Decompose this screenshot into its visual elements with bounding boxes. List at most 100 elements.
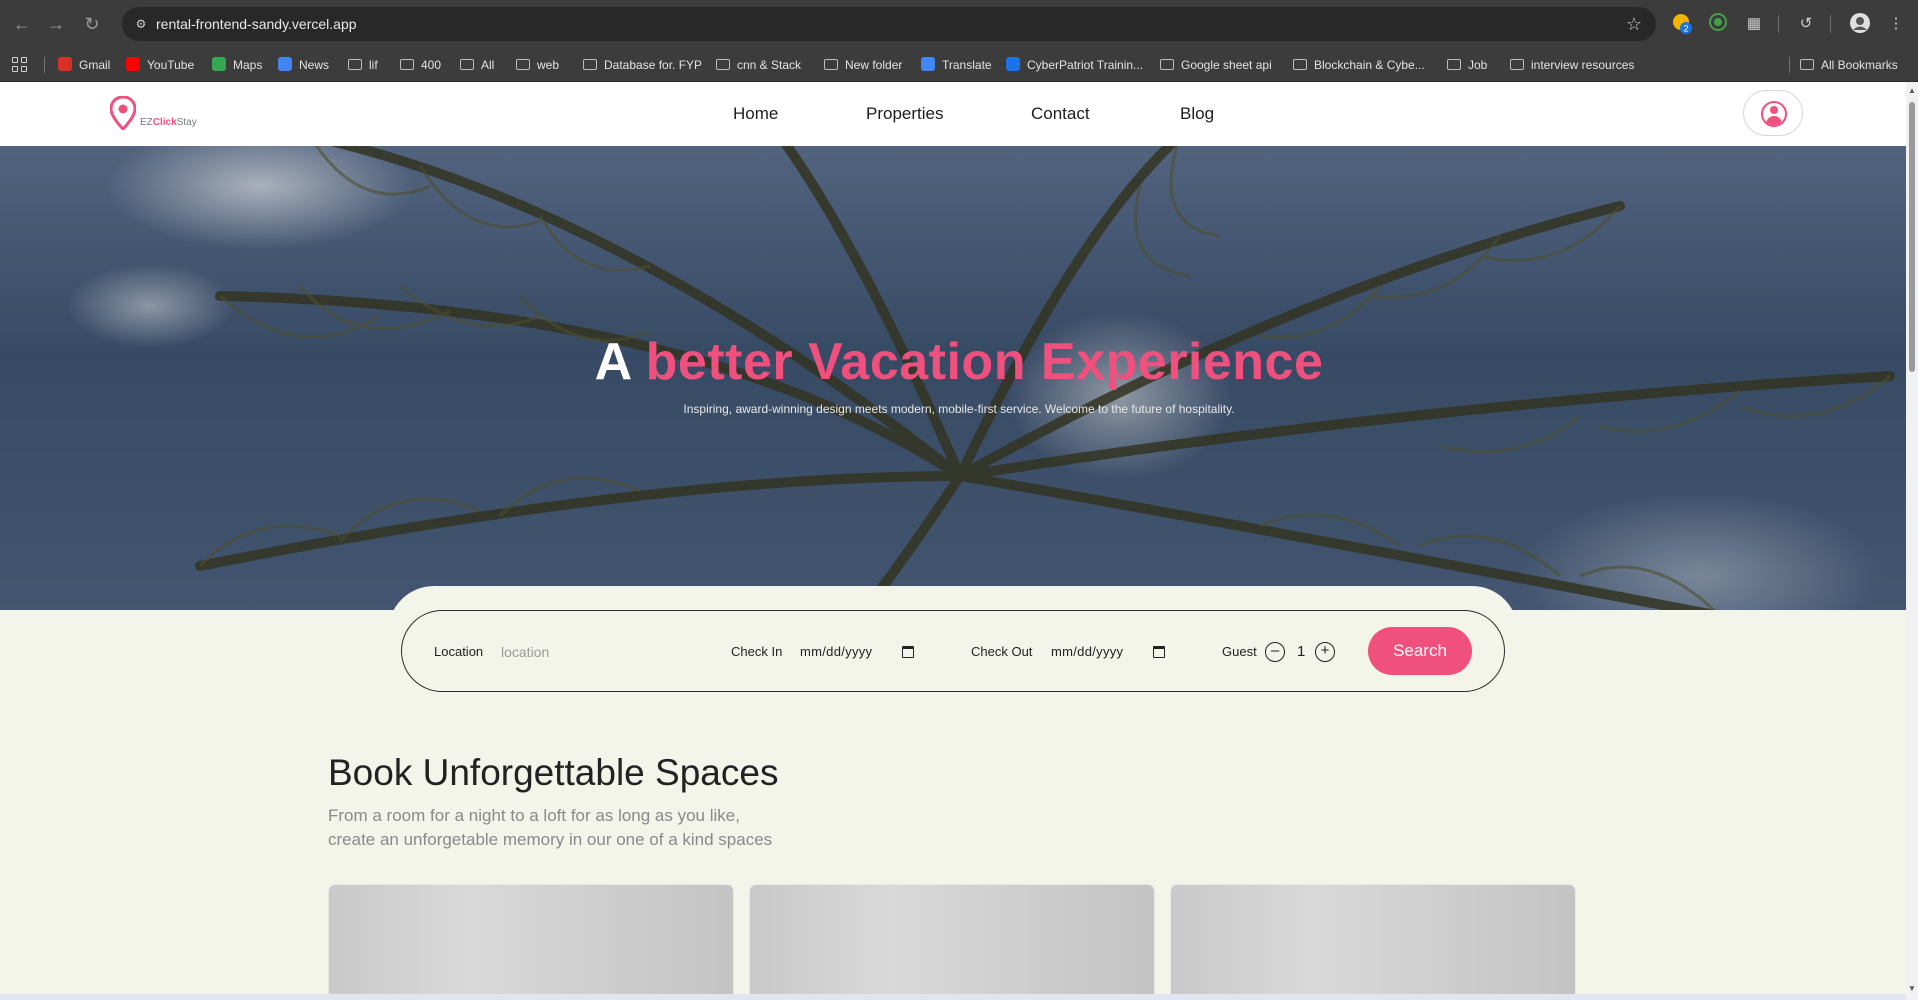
bookmark-label: 400 xyxy=(421,58,442,72)
bookmark-item[interactable]: All xyxy=(460,48,494,82)
scroll-thumb[interactable] xyxy=(1909,102,1915,372)
nav-contact[interactable]: Contact xyxy=(1031,82,1090,146)
checkin-label: Check In xyxy=(731,644,783,659)
bookmark-label: All xyxy=(481,58,495,72)
section-subtitle-line: create an unforgetable memory in our one… xyxy=(328,830,773,849)
property-card-placeholder[interactable] xyxy=(750,885,1154,1000)
reload-icon[interactable]: ↻ xyxy=(80,12,104,36)
bookmarks-bar: Gmail YouTube Maps News lif 400 All web Database… xyxy=(0,48,1918,82)
bookmark-item[interactable]: interview resources xyxy=(1510,48,1634,82)
user-icon xyxy=(1761,101,1787,127)
bookmark-item[interactable]: cnn & Stack xyxy=(716,48,801,82)
folder-icon xyxy=(583,59,597,70)
bookmark-divider xyxy=(44,57,45,73)
browser-menu-icon[interactable]: ⋮ xyxy=(1884,12,1908,36)
extension-target-icon[interactable] xyxy=(1706,12,1730,36)
youtube-icon xyxy=(126,57,140,71)
folder-icon xyxy=(824,59,838,70)
apps-grid-icon[interactable] xyxy=(12,57,28,73)
scroll-down-icon[interactable]: ▼ xyxy=(1908,984,1916,994)
folder-icon xyxy=(716,59,730,70)
bookmark-label: web xyxy=(537,58,560,72)
all-bookmarks-label: All Bookmarks xyxy=(1821,58,1898,72)
user-account-button[interactable] xyxy=(1743,90,1803,136)
search-form: Location location Check In mm/dd/yyyy Ch… xyxy=(401,610,1505,692)
bookmark-item[interactable]: Gmail xyxy=(58,48,110,82)
location-label: Location xyxy=(434,644,484,659)
forward-icon[interactable]: → xyxy=(44,12,68,36)
location-pin-icon xyxy=(110,96,136,130)
location-input[interactable]: location xyxy=(501,611,549,693)
page-scrollbar[interactable]: ▲ ▼ xyxy=(1906,82,1918,1000)
cyberpatriot-icon xyxy=(1006,57,1020,71)
bookmark-label: News xyxy=(299,58,330,72)
section-subtitle-line: From a room for a night to a loft for as… xyxy=(328,806,740,825)
checkout-label: Check Out xyxy=(971,644,1033,659)
hero-title-accent: better Vacation Experience xyxy=(645,333,1324,391)
news-icon xyxy=(278,57,292,71)
bookmark-label: interview resources xyxy=(1531,58,1635,72)
bookmark-item[interactable]: YouTube xyxy=(126,48,194,82)
folder-icon xyxy=(400,59,414,70)
profile-avatar-icon[interactable] xyxy=(1848,12,1872,36)
bookmark-label: Google sheet api xyxy=(1181,58,1272,72)
extension-avatar-icon[interactable]: 2 xyxy=(1670,12,1694,36)
search-button[interactable]: Search xyxy=(1368,627,1472,675)
folder-icon xyxy=(516,59,530,70)
history-icon[interactable]: ↺ xyxy=(1794,12,1818,36)
folder-icon xyxy=(1800,59,1814,70)
logo[interactable]: EZClickStay xyxy=(110,96,220,136)
maps-icon xyxy=(212,57,226,71)
calendar-icon[interactable] xyxy=(1153,646,1165,658)
bookmark-item[interactable]: lif xyxy=(348,48,378,82)
bookmark-label: YouTube xyxy=(147,58,195,72)
nav-blog[interactable]: Blog xyxy=(1180,82,1214,146)
folder-icon xyxy=(1447,59,1461,70)
extensions-puzzle-icon[interactable]: ▦ xyxy=(1742,12,1766,36)
bookmark-item[interactable]: Google sheet api xyxy=(1160,48,1272,82)
bookmark-item[interactable]: Maps xyxy=(212,48,262,82)
gmail-icon xyxy=(58,57,72,71)
logo-text: EZClickStay xyxy=(140,117,197,128)
bookmark-item[interactable]: New folder xyxy=(824,48,902,82)
checkin-date-input[interactable]: mm/dd/yyyy xyxy=(800,611,872,693)
bookmark-label: lif xyxy=(369,58,378,72)
guest-label: Guest xyxy=(1222,644,1257,659)
bookmark-label: Translate xyxy=(942,58,992,72)
bookmark-label: CyberPatriot Trainin... xyxy=(1027,58,1144,72)
bookmark-item[interactable]: CyberPatriot Trainin... xyxy=(1006,48,1143,82)
bookmark-item[interactable]: News xyxy=(278,48,329,82)
guest-increment-button[interactable]: + xyxy=(1315,642,1335,662)
translate-icon xyxy=(921,57,935,71)
all-bookmarks[interactable]: All Bookmarks xyxy=(1800,48,1898,82)
scroll-up-icon[interactable]: ▲ xyxy=(1908,86,1916,96)
bookmark-item[interactable]: Blockchain & Cybe... xyxy=(1293,48,1425,82)
checkout-date-input[interactable]: mm/dd/yyyy xyxy=(1051,611,1123,693)
hero-title-lead: A xyxy=(594,333,631,391)
extension-badge: 2 xyxy=(1683,24,1688,34)
bookmark-item[interactable]: Database for. FYP xyxy=(583,48,702,82)
window-bottom-edge xyxy=(0,994,1906,1000)
nav-properties[interactable]: Properties xyxy=(866,82,943,146)
property-card-placeholder[interactable] xyxy=(329,885,733,1000)
bookmark-item[interactable]: Translate xyxy=(921,48,992,82)
back-icon[interactable]: ← xyxy=(10,12,34,36)
bookmark-item[interactable]: Job xyxy=(1447,48,1487,82)
bookmark-label: Maps xyxy=(233,58,263,72)
bookmark-item[interactable]: web xyxy=(516,48,559,82)
folder-icon xyxy=(460,59,474,70)
url-text[interactable]: rental-frontend-sandy.vercel.app xyxy=(156,7,357,41)
nav-home[interactable]: Home xyxy=(733,82,778,146)
address-bar[interactable]: ⚙ rental-frontend-sandy.vercel.app ☆ xyxy=(122,7,1656,41)
property-card-placeholder[interactable] xyxy=(1171,885,1575,1000)
bookmark-label: cnn & Stack xyxy=(737,58,802,72)
bookmark-divider xyxy=(1789,57,1790,73)
bookmark-star-icon[interactable]: ☆ xyxy=(1626,13,1642,35)
guest-decrement-button[interactable]: – xyxy=(1265,642,1285,662)
calendar-icon[interactable] xyxy=(902,646,914,658)
toolbar-divider xyxy=(1778,15,1779,33)
site-info-icon[interactable]: ⚙ xyxy=(132,15,150,33)
bookmark-item[interactable]: 400 xyxy=(400,48,441,82)
bookmark-label: Job xyxy=(1468,58,1488,72)
section-subtitle: From a room for a night to a loft for as… xyxy=(328,804,888,852)
